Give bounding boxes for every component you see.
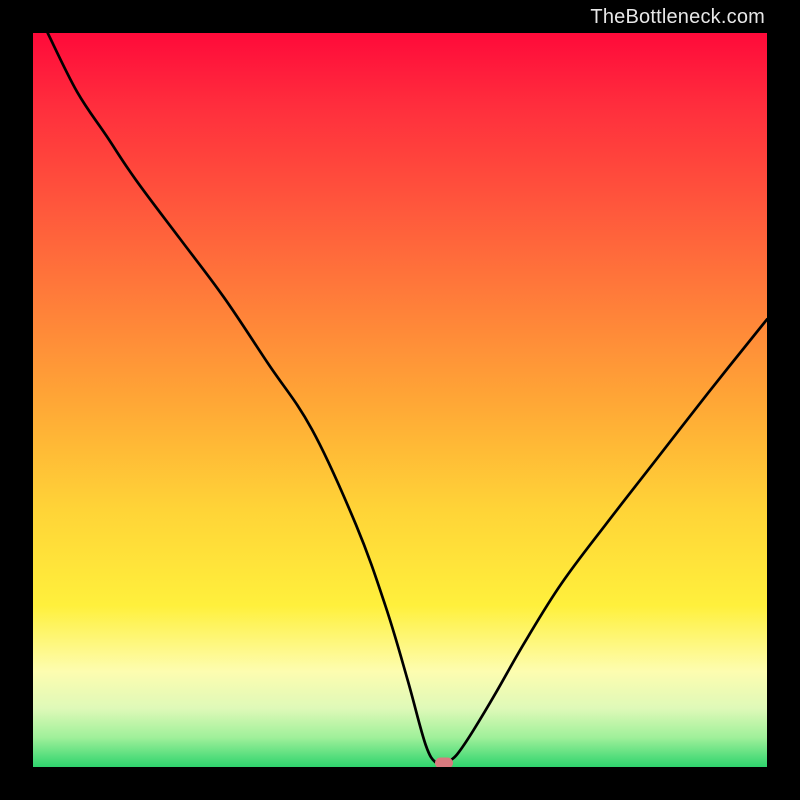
plot-area	[33, 33, 767, 767]
bottleneck-curve	[33, 33, 767, 767]
chart-frame: TheBottleneck.com	[0, 0, 800, 800]
bottleneck-marker	[435, 758, 453, 767]
watermark-text: TheBottleneck.com	[590, 6, 765, 29]
